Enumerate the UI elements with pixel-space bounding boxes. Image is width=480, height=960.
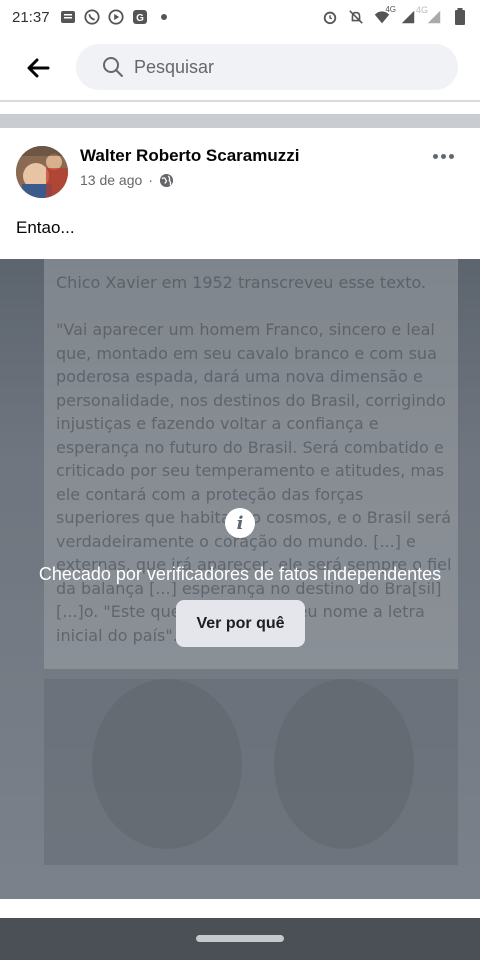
search-header: Pesquisar: [0, 34, 480, 100]
battery-icon: [452, 8, 468, 25]
search-input[interactable]: Pesquisar: [76, 44, 458, 90]
search-icon: [102, 56, 124, 78]
more-dot: [432, 153, 438, 159]
see-why-button[interactable]: Ver por quê: [176, 600, 305, 647]
more-dot: [440, 153, 446, 159]
avatar[interactable]: [16, 146, 68, 198]
signal-icon: 4G: [416, 5, 442, 25]
globe-icon: [159, 173, 174, 188]
header-divider: [0, 100, 480, 102]
search-placeholder: Pesquisar: [134, 56, 215, 77]
home-gesture-handle[interactable]: [196, 935, 284, 942]
info-icon: i: [225, 508, 255, 538]
status-right-icons: 4G 4G: [322, 5, 468, 25]
meta-separator: ·: [148, 172, 153, 188]
signal-icon: [400, 9, 416, 25]
post-time[interactable]: 13 de ago: [80, 172, 142, 188]
wifi-icon: 4G: [374, 5, 396, 25]
status-time: 21:37: [12, 8, 50, 26]
svg-text:G: G: [136, 13, 144, 24]
post-text: Entao...: [16, 218, 75, 237]
back-button[interactable]: [22, 52, 54, 84]
network-label-1: 4G: [385, 5, 396, 14]
system-nav-bar: [0, 918, 480, 960]
mute-icon: [348, 9, 364, 25]
status-bar: 21:37 G 4G 4G: [0, 0, 480, 34]
post-media[interactable]: Chico Xavier em 1952 transcreveu esse te…: [0, 259, 480, 899]
message-icon: [60, 9, 76, 25]
back-arrow-icon: [27, 58, 50, 78]
author-name[interactable]: Walter Roberto Scaramuzzi: [80, 146, 299, 166]
youtube-icon: [107, 9, 124, 25]
more-options-button[interactable]: [428, 146, 458, 166]
post-meta: 13 de ago ·: [80, 172, 174, 188]
alarm-icon: [322, 9, 338, 25]
status-left-icons: G: [60, 9, 172, 25]
network-label-2: 4G: [416, 5, 429, 15]
fact-check-label: Checado por verificadores de fatos indep…: [38, 564, 442, 584]
news-icon: G: [132, 9, 148, 25]
post-card: Walter Roberto Scaramuzzi 13 de ago · En…: [0, 128, 480, 918]
more-dot: [448, 153, 454, 159]
feed-separator: [0, 114, 480, 128]
whatsapp-icon: [83, 9, 100, 25]
dot-icon: [156, 9, 172, 25]
